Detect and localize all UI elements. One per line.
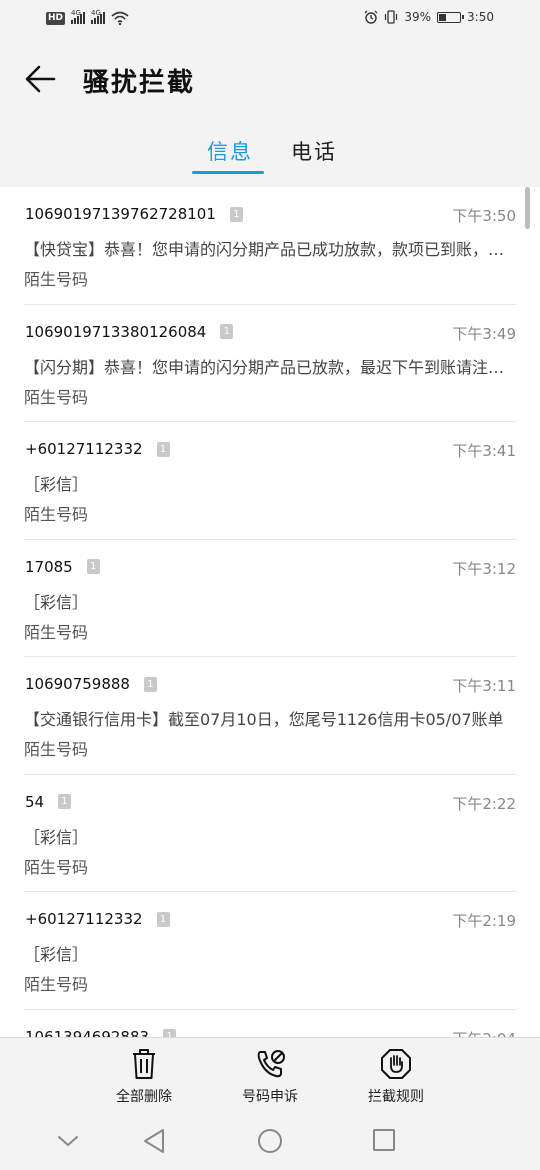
list-item[interactable]: +60127112332 1 下午2:19 ［彩信］ 陌生号码: [24, 892, 516, 1010]
list-item[interactable]: +60127112332 1 下午3:41 ［彩信］ 陌生号码: [24, 422, 516, 540]
sim1-network-label: 4G: [71, 9, 81, 17]
tab-calls[interactable]: 电话: [291, 136, 337, 166]
appeal-number-button[interactable]: 号码申诉: [225, 1048, 315, 1106]
sender-tag: 陌生号码: [24, 975, 89, 994]
hand-stop-icon: [381, 1049, 411, 1079]
blocked-message-list[interactable]: 10690197139762728101 1 下午3:50 【快贷宝】恭喜！您申请…: [0, 187, 540, 1037]
sim-card-icon: 1: [156, 911, 170, 927]
block-rules-label: 拦截规则: [368, 1089, 424, 1105]
sender-number: 54: [25, 792, 45, 811]
page-title: 骚扰拦截: [83, 68, 196, 98]
message-preview: 【快贷宝】恭喜！您申请的闪分期产品已成功放款，款项已到账，请注意查收: [24, 240, 514, 259]
clock: 3:50: [467, 10, 494, 24]
message-time: 下午3:41: [452, 442, 516, 460]
message-preview: 【交通银行信用卡】截至07月10日，您尾号1126信用卡05/07账单: [24, 710, 504, 729]
sim-card-icon: 1: [86, 559, 100, 574]
status-bar: HD 4G 4G 39% 3:50: [0, 0, 540, 40]
sender-tag: 陌生号码: [24, 505, 89, 524]
sender-tag: 陌生号码: [24, 740, 89, 759]
triangle-back-icon[interactable]: [142, 1128, 166, 1154]
list-item[interactable]: 54 1 下午2:22 ［彩信］ 陌生号码: [24, 775, 516, 892]
sender-tag: 陌生号码: [24, 387, 89, 407]
delete-all-button[interactable]: 全部删除: [99, 1048, 189, 1106]
message-time: 下午2:22: [452, 794, 516, 813]
trash-icon: [133, 1049, 155, 1079]
message-preview: ［彩信］: [24, 945, 89, 964]
sim-card-icon: 1: [220, 324, 234, 339]
vibrate-icon: [385, 10, 398, 24]
sender-number: 10690759888: [25, 675, 130, 693]
status-right: 39% 3:50: [364, 10, 494, 24]
sender-number: 1069019713380126084: [25, 322, 207, 341]
message-time: 下午3:49: [452, 324, 516, 343]
message-time: 下午3:12: [452, 559, 516, 578]
signal-sim2-icon: 4G: [91, 9, 106, 24]
phone-forbid-icon: [257, 1050, 285, 1078]
bottom-action-bar: 全部删除 号码申诉 拦截规则: [0, 1037, 540, 1113]
hd-badge: HD: [46, 11, 66, 25]
message-preview: 【闪分期】恭喜！您申请的闪分期产品已放款，最迟下午到账请注意查收: [24, 357, 514, 377]
message-preview: ［彩信］: [24, 592, 89, 612]
alarm-icon: [364, 10, 378, 24]
sender-number: 1061394692883: [25, 1027, 150, 1038]
list-item[interactable]: 10690759888 1 下午3:11 【交通银行信用卡】截至07月10日，您尾…: [24, 657, 516, 775]
sender-number: +60127112332: [25, 440, 143, 458]
message-preview: ［彩信］: [24, 827, 89, 847]
sim-card-icon: 1: [58, 794, 72, 809]
chevron-down-icon[interactable]: [57, 1134, 79, 1148]
message-time: 下午2:04: [452, 1028, 516, 1038]
sim-card-icon: 1: [229, 206, 243, 222]
list-item[interactable]: 10690197139762728101 1 下午3:50 【快贷宝】恭喜！您申请…: [24, 187, 516, 305]
arrow-left-icon[interactable]: [24, 64, 58, 94]
message-time: 下午3:11: [452, 677, 516, 695]
delete-all-label: 全部删除: [116, 1089, 172, 1105]
block-rules-button[interactable]: 拦截规则: [351, 1048, 441, 1106]
signal-sim1-icon: 4G: [71, 9, 86, 24]
wifi-icon: [111, 11, 129, 25]
sender-number: 10690197139762728101: [25, 205, 216, 223]
message-preview: ［彩信］: [24, 475, 89, 494]
system-nav-bar: [0, 1112, 540, 1170]
sender-number: +60127112332: [25, 910, 143, 928]
list-item[interactable]: 1069019713380126084 1 下午3:49 【闪分期】恭喜！您申请的…: [24, 305, 516, 422]
sim-card-icon: 1: [163, 1029, 177, 1037]
list-item[interactable]: 1061394692883 1 下午2:04: [24, 1010, 516, 1038]
title-bar: 骚扰拦截: [0, 55, 540, 105]
message-time: 下午3:50: [452, 207, 516, 225]
sender-number: 17085: [25, 557, 73, 576]
tab-bar: 信息 电话: [0, 130, 540, 180]
list-item[interactable]: 17085 1 下午3:12 ［彩信］ 陌生号码: [24, 540, 516, 657]
sender-tag: 陌生号码: [24, 270, 89, 289]
tab-indicator: [192, 171, 264, 174]
status-left: HD 4G 4G: [46, 9, 129, 25]
appeal-number-label: 号码申诉: [242, 1089, 298, 1105]
sim-card-icon: 1: [156, 441, 170, 457]
square-recent-icon[interactable]: [372, 1128, 396, 1152]
sender-tag: 陌生号码: [24, 857, 89, 877]
sender-tag: 陌生号码: [24, 622, 89, 642]
battery-icon: [437, 11, 465, 23]
scrollbar[interactable]: [525, 187, 530, 229]
sim2-network-label: 4G: [91, 9, 101, 17]
sim-card-icon: 1: [143, 676, 157, 692]
circle-home-icon[interactable]: [257, 1128, 283, 1154]
tab-messages[interactable]: 信息: [207, 136, 253, 166]
message-time: 下午2:19: [452, 912, 516, 930]
battery-percent: 39%: [404, 10, 432, 24]
